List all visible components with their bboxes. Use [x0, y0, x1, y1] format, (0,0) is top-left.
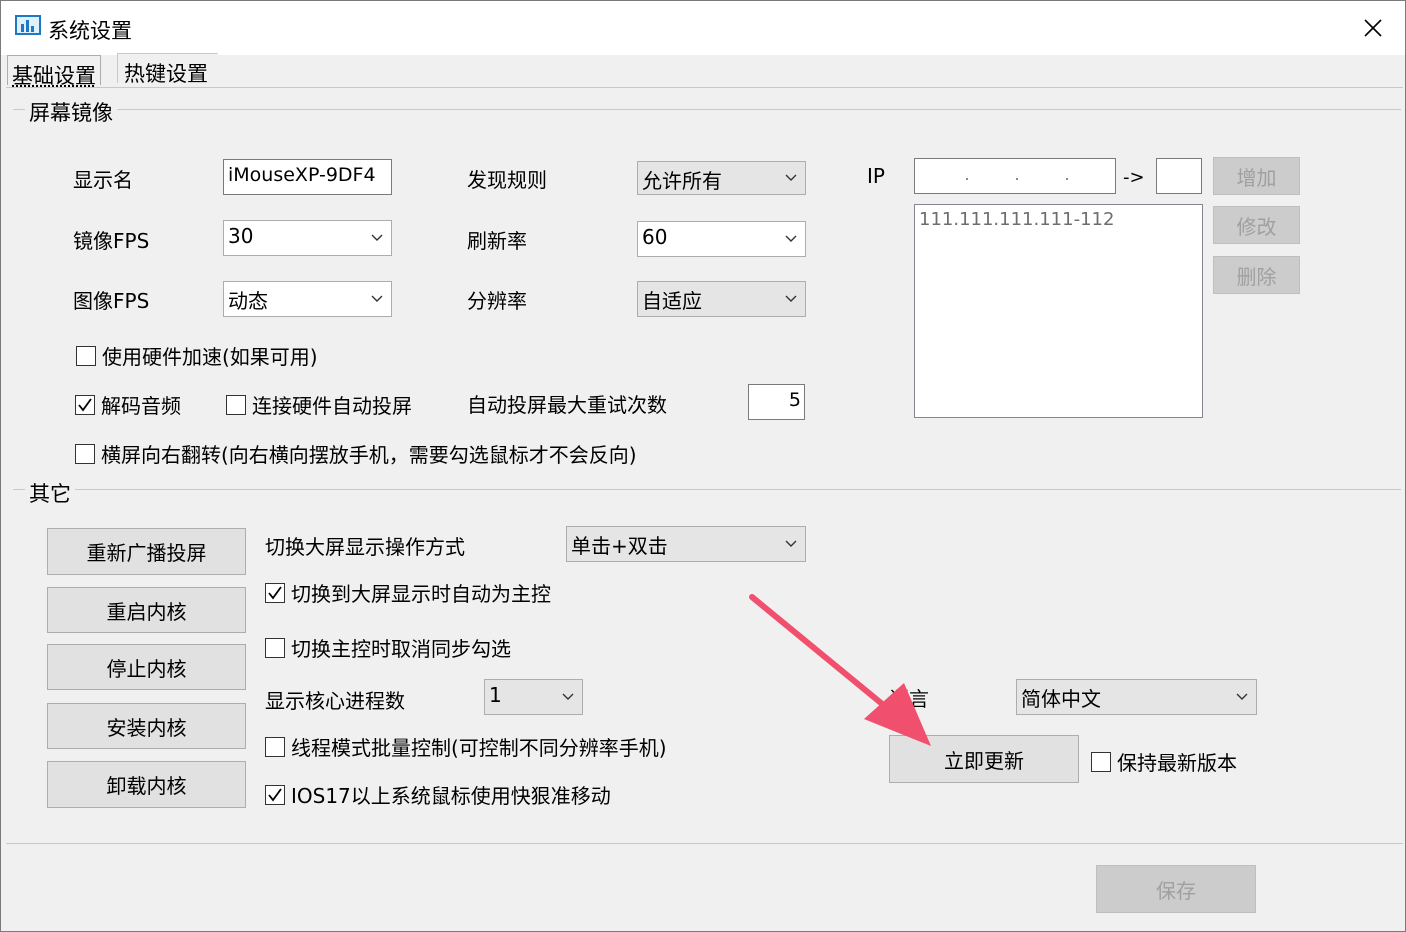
refresh-rate-label: 刷新率	[467, 229, 527, 253]
other-group-title: 其它	[25, 478, 75, 508]
max-retry-label: 自动投屏最大重试次数	[467, 393, 667, 417]
switch-mode-select[interactable]: 单击+双击	[566, 526, 806, 562]
discovery-rule-label: 发现规则	[467, 168, 547, 192]
checkbox-box[interactable]	[265, 637, 285, 658]
save-button[interactable]: 保存	[1096, 865, 1256, 913]
settings-window: 系统设置 热键设置 基础设置 屏幕镜像 显示名 iMouseXP-9DF4 发现…	[0, 0, 1406, 932]
delete-button[interactable]: 删除	[1213, 256, 1300, 294]
window-title: 系统设置	[48, 19, 132, 43]
hw-accel-checkbox[interactable]: 使用硬件加速(如果可用)	[76, 341, 318, 370]
mirror-fps-select[interactable]: 30	[223, 220, 392, 256]
keep-latest-checkbox[interactable]: 保持最新版本	[1091, 747, 1237, 776]
core-process-select[interactable]: 1	[484, 679, 583, 715]
chevron-down-icon	[785, 540, 797, 547]
ios17-label: IOS17以上系统鼠标使用快狠准移动	[291, 784, 611, 808]
chevron-down-icon	[562, 693, 574, 700]
uninstall-kernel-button[interactable]: 卸载内核	[47, 761, 246, 808]
tab-basic-settings[interactable]: 基础设置	[7, 55, 101, 88]
ip-range-arrow: ->	[1123, 167, 1145, 188]
checkbox-box[interactable]	[75, 443, 95, 464]
core-process-value: 1	[489, 683, 502, 707]
checkbox-box[interactable]	[75, 394, 95, 415]
image-fps-label: 图像FPS	[73, 289, 150, 313]
mirror-group-border	[13, 109, 1401, 110]
language-select[interactable]: 简体中文	[1016, 679, 1257, 715]
checkbox-box[interactable]	[226, 394, 246, 415]
stop-kernel-button[interactable]: 停止内核	[47, 644, 246, 690]
language-value: 简体中文	[1021, 687, 1101, 711]
auto-master-checkbox[interactable]: 切换到大屏显示时自动为主控	[265, 578, 551, 607]
checkbox-box[interactable]	[265, 736, 285, 757]
footer-divider	[6, 843, 1403, 844]
checkmark-icon	[78, 397, 92, 411]
keep-latest-label: 保持最新版本	[1117, 751, 1237, 775]
refresh-rate-select[interactable]: 60	[637, 221, 806, 257]
hw-accel-label: 使用硬件加速(如果可用)	[102, 345, 318, 369]
ip-start-input[interactable]	[914, 158, 1116, 194]
checkbox-box[interactable]	[76, 345, 96, 366]
ip-dots-icon	[966, 178, 1068, 180]
display-name-input[interactable]: iMouseXP-9DF4	[223, 159, 392, 195]
chevron-down-icon	[1236, 693, 1248, 700]
chart-icon	[15, 15, 41, 35]
image-fps-value: 动态	[228, 289, 268, 313]
refresh-rate-value: 60	[642, 225, 668, 249]
checkbox-box[interactable]	[265, 582, 285, 603]
close-icon	[1364, 19, 1382, 37]
switch-mode-label: 切换大屏显示操作方式	[265, 535, 465, 559]
mirror-fps-label: 镜像FPS	[73, 229, 150, 253]
restart-kernel-button[interactable]: 重启内核	[47, 587, 246, 633]
discovery-rule-value: 允许所有	[642, 169, 722, 193]
annotation-arrow-icon	[749, 594, 931, 746]
auto-master-label: 切换到大屏显示时自动为主控	[291, 582, 551, 606]
decode-audio-label: 解码音频	[101, 394, 181, 418]
tab-hotkey-settings[interactable]: 热键设置	[117, 53, 235, 83]
checkmark-icon	[268, 787, 282, 801]
close-button[interactable]	[1355, 11, 1391, 45]
thread-mode-checkbox[interactable]: 线程模式批量控制(可控制不同分辨率手机)	[265, 732, 667, 761]
landscape-flip-label: 横屏向右翻转(向右横向摆放手机，需要勾选鼠标才不会反向)	[101, 443, 637, 467]
modify-button[interactable]: 修改	[1213, 206, 1300, 244]
chevron-down-icon	[785, 174, 797, 181]
checkbox-box[interactable]	[265, 784, 285, 805]
title-bar: 系统设置	[1, 1, 1405, 55]
auto-cast-checkbox[interactable]: 连接硬件自动投屏	[226, 390, 412, 419]
ip-list-item[interactable]: 111.111.111.111-112	[919, 209, 1198, 230]
chevron-down-icon	[371, 234, 383, 241]
checkbox-box[interactable]	[1091, 751, 1111, 772]
chevron-down-icon	[785, 235, 797, 242]
image-fps-select[interactable]: 动态	[223, 281, 392, 317]
max-retry-input[interactable]: 5	[748, 384, 805, 420]
cancel-sync-label: 切换主控时取消同步勾选	[291, 637, 511, 661]
ip-list[interactable]: 111.111.111.111-112	[914, 204, 1203, 418]
cancel-sync-checkbox[interactable]: 切换主控时取消同步勾选	[265, 633, 511, 662]
resolution-label: 分辨率	[467, 289, 527, 313]
chevron-down-icon	[785, 295, 797, 302]
add-button[interactable]: 增加	[1213, 157, 1300, 195]
ip-end-input[interactable]	[1156, 158, 1202, 194]
resolution-value: 自适应	[642, 289, 702, 313]
mirror-fps-value: 30	[228, 224, 254, 248]
thread-mode-label: 线程模式批量控制(可控制不同分辨率手机)	[291, 736, 667, 760]
display-name-label: 显示名	[73, 168, 133, 192]
resolution-select[interactable]: 自适应	[637, 281, 806, 317]
auto-cast-label: 连接硬件自动投屏	[252, 394, 412, 418]
core-process-label: 显示核心进程数	[265, 689, 405, 713]
checkmark-icon	[268, 585, 282, 599]
mirror-group-title: 屏幕镜像	[25, 97, 117, 127]
landscape-flip-checkbox[interactable]: 横屏向右翻转(向右横向摆放手机，需要勾选鼠标才不会反向)	[75, 439, 637, 468]
discovery-rule-select[interactable]: 允许所有	[637, 161, 806, 195]
install-kernel-button[interactable]: 安装内核	[47, 703, 246, 749]
chevron-down-icon	[371, 295, 383, 302]
other-group-border	[13, 489, 1401, 490]
switch-mode-value: 单击+双击	[571, 534, 668, 558]
decode-audio-checkbox[interactable]: 解码音频	[75, 390, 181, 419]
rebroadcast-button[interactable]: 重新广播投屏	[47, 528, 246, 575]
ios17-checkbox[interactable]: IOS17以上系统鼠标使用快狠准移动	[265, 780, 611, 809]
ip-label: IP	[867, 164, 885, 188]
